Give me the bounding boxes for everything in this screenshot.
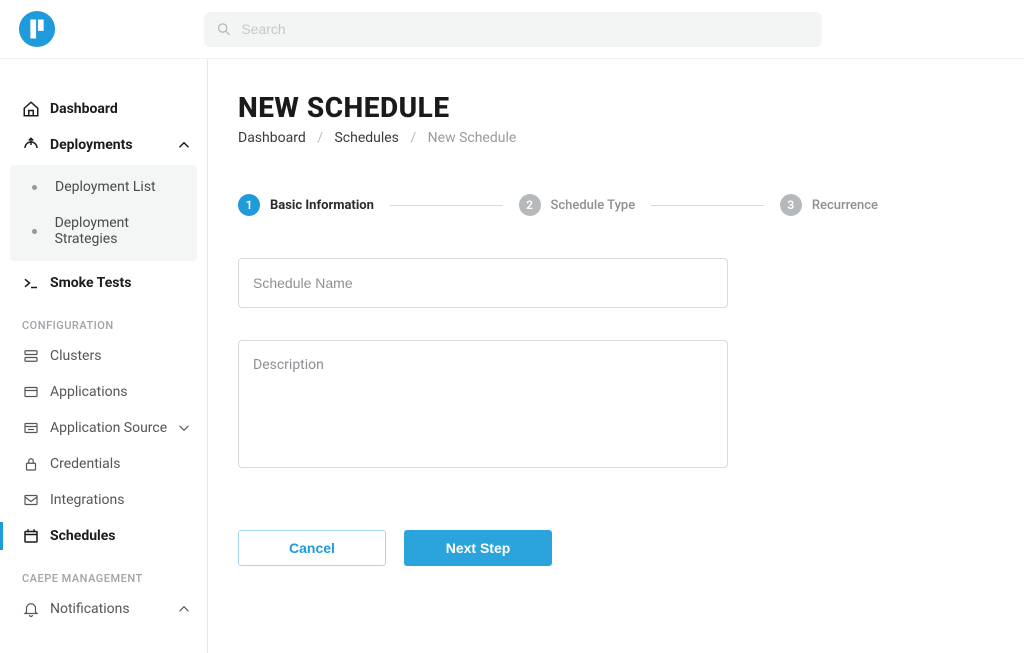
bullet-icon	[32, 229, 37, 234]
breadcrumb-sep: /	[317, 130, 323, 146]
chevron-up-icon	[175, 136, 193, 154]
sidebar-item-applications[interactable]: Applications	[0, 374, 207, 410]
terminal-icon	[22, 274, 40, 292]
description-input[interactable]	[238, 340, 728, 468]
sidebar-item-application-source[interactable]: Application Source	[0, 410, 207, 446]
brand-logo	[18, 10, 56, 48]
sidebar-item-dashboard[interactable]: Dashboard	[0, 91, 207, 127]
sidebar-item-label: Dashboard	[50, 101, 118, 117]
search-box[interactable]	[204, 12, 822, 47]
lock-icon	[22, 455, 40, 473]
breadcrumb-sep: /	[410, 130, 416, 146]
home-icon	[22, 100, 40, 118]
step-recurrence: 3 Recurrence	[780, 194, 878, 216]
sidebar-item-label: Deployments	[50, 137, 133, 153]
chevron-up-icon	[175, 600, 193, 618]
cancel-button[interactable]: Cancel	[238, 530, 386, 566]
sidebar-item-clusters[interactable]: Clusters	[0, 338, 207, 374]
breadcrumb-item[interactable]: Dashboard	[238, 130, 306, 146]
breadcrumb: Dashboard / Schedules / New Schedule	[238, 130, 994, 146]
section-label-management: CAEPE MANAGEMENT	[0, 554, 207, 591]
sidebar-item-credentials[interactable]: Credentials	[0, 446, 207, 482]
sidebar-sub-deployment-strategies[interactable]: Deployment Strategies	[10, 205, 197, 257]
sidebar-sub-label: Deployment List	[55, 179, 156, 195]
sidebar-item-label: Notifications	[50, 601, 130, 617]
step-connector	[390, 205, 503, 206]
step-schedule-type: 2 Schedule Type	[519, 194, 636, 216]
stepper: 1 Basic Information 2 Schedule Type 3 Re…	[238, 194, 878, 216]
step-connector	[651, 205, 764, 206]
sidebar-item-deployments[interactable]: Deployments	[0, 127, 207, 163]
clusters-icon	[22, 347, 40, 365]
sidebar-item-integrations[interactable]: Integrations	[0, 482, 207, 518]
form-area: Cancel Next Step	[238, 258, 728, 566]
step-label: Basic Information	[270, 198, 374, 213]
sidebar-sub-label: Deployment Strategies	[55, 215, 183, 247]
sidebar: Dashboard Deployments Deployment List De…	[0, 59, 208, 653]
sidebar-item-label: Clusters	[50, 348, 101, 364]
breadcrumb-item-current: New Schedule	[428, 130, 517, 146]
header	[0, 0, 1024, 59]
chevron-down-icon	[175, 419, 193, 437]
sidebar-item-label: Application Source	[50, 420, 167, 436]
sidebar-item-notifications[interactable]: Notifications	[0, 591, 207, 627]
button-row: Cancel Next Step	[238, 530, 728, 566]
step-label: Schedule Type	[551, 198, 636, 213]
search-icon	[216, 21, 231, 37]
sidebar-item-smoke-tests[interactable]: Smoke Tests	[0, 265, 207, 301]
applications-icon	[22, 383, 40, 401]
sidebar-item-label: Smoke Tests	[50, 275, 131, 291]
envelope-icon	[22, 491, 40, 509]
sidebar-item-label: Schedules	[50, 528, 116, 544]
step-basic-information: 1 Basic Information	[238, 194, 374, 216]
page-title: NEW SCHEDULE	[238, 91, 994, 124]
calendar-icon	[22, 527, 40, 545]
breadcrumb-item[interactable]: Schedules	[334, 130, 398, 146]
sidebar-sub-deployment-list[interactable]: Deployment List	[10, 169, 197, 205]
next-step-button[interactable]: Next Step	[404, 530, 552, 566]
deploy-icon	[22, 136, 40, 154]
section-label-configuration: CONFIGURATION	[0, 301, 207, 338]
sidebar-item-schedules[interactable]: Schedules	[0, 518, 207, 554]
main-content: NEW SCHEDULE Dashboard / Schedules / New…	[208, 59, 1024, 653]
deployments-sub-group: Deployment List Deployment Strategies	[10, 165, 197, 261]
step-number: 1	[238, 194, 260, 216]
step-number: 3	[780, 194, 802, 216]
search-input[interactable]	[241, 21, 810, 37]
bullet-icon	[32, 185, 37, 190]
step-number: 2	[519, 194, 541, 216]
bell-icon	[22, 600, 40, 618]
schedule-name-input[interactable]	[238, 258, 728, 308]
source-icon	[22, 419, 40, 437]
sidebar-item-label: Applications	[50, 384, 128, 400]
step-label: Recurrence	[812, 198, 878, 213]
sidebar-item-label: Credentials	[50, 456, 120, 472]
sidebar-item-label: Integrations	[50, 492, 124, 508]
